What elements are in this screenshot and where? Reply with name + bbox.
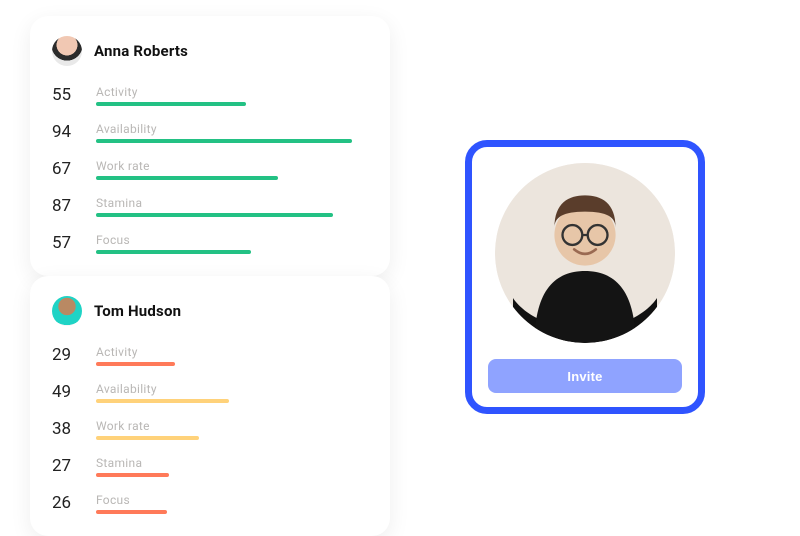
stat-row-focus: 26 Focus bbox=[52, 488, 368, 518]
profile-card-anna: Anna Roberts 55 Activity 94 Availability… bbox=[30, 16, 390, 276]
stat-bar bbox=[96, 250, 368, 254]
stat-label: Focus bbox=[96, 493, 368, 507]
stat-value: 67 bbox=[52, 159, 82, 179]
stat-label: Focus bbox=[96, 233, 368, 247]
stat-row-workrate: 67 Work rate bbox=[52, 154, 368, 184]
stat-bar bbox=[96, 362, 368, 366]
stat-label: Availability bbox=[96, 382, 368, 396]
stage: Anna Roberts 55 Activity 94 Availability… bbox=[0, 0, 800, 536]
stat-row-activity: 29 Activity bbox=[52, 340, 368, 370]
profile-header: Anna Roberts bbox=[52, 36, 368, 66]
avatar bbox=[52, 296, 82, 326]
stat-row-workrate: 38 Work rate bbox=[52, 414, 368, 444]
stat-bar bbox=[96, 510, 368, 514]
invite-button[interactable]: Invite bbox=[488, 359, 682, 393]
stat-row-focus: 57 Focus bbox=[52, 228, 368, 258]
stat-bar bbox=[96, 176, 368, 180]
stat-bar bbox=[96, 436, 368, 440]
stat-label: Work rate bbox=[96, 159, 368, 173]
stat-row-stamina: 27 Stamina bbox=[52, 451, 368, 481]
stat-value: 29 bbox=[52, 345, 82, 365]
stat-bar bbox=[96, 102, 368, 106]
stat-label: Activity bbox=[96, 345, 368, 359]
profile-card-tom: Tom Hudson 29 Activity 49 Availability 3… bbox=[30, 276, 390, 536]
stats-list: 29 Activity 49 Availability 38 Work rate bbox=[52, 340, 368, 518]
stat-row-activity: 55 Activity bbox=[52, 80, 368, 110]
stat-value: 94 bbox=[52, 122, 82, 142]
stat-label: Stamina bbox=[96, 196, 368, 210]
person-name: Anna Roberts bbox=[94, 42, 188, 60]
stat-bar bbox=[96, 139, 368, 143]
stat-bar bbox=[96, 473, 368, 477]
stat-value: 49 bbox=[52, 382, 82, 402]
stat-row-availability: 49 Availability bbox=[52, 377, 368, 407]
stat-label: Work rate bbox=[96, 419, 368, 433]
person-name: Tom Hudson bbox=[94, 302, 181, 320]
stat-label: Stamina bbox=[96, 456, 368, 470]
avatar bbox=[52, 36, 82, 66]
stat-value: 27 bbox=[52, 456, 82, 476]
stat-bar bbox=[96, 399, 368, 403]
stat-value: 26 bbox=[52, 493, 82, 513]
profile-header: Tom Hudson bbox=[52, 296, 368, 326]
person-icon bbox=[495, 163, 675, 343]
invite-photo bbox=[495, 163, 675, 343]
stat-row-stamina: 87 Stamina bbox=[52, 191, 368, 221]
stat-value: 57 bbox=[52, 233, 82, 253]
stat-value: 55 bbox=[52, 85, 82, 105]
stat-value: 38 bbox=[52, 419, 82, 439]
stat-row-availability: 94 Availability bbox=[52, 117, 368, 147]
invite-card: Invite bbox=[465, 140, 705, 414]
stat-value: 87 bbox=[52, 196, 82, 216]
stats-list: 55 Activity 94 Availability 67 Work rate bbox=[52, 80, 368, 258]
stat-label: Availability bbox=[96, 122, 368, 136]
stat-bar bbox=[96, 213, 368, 217]
stat-label: Activity bbox=[96, 85, 368, 99]
